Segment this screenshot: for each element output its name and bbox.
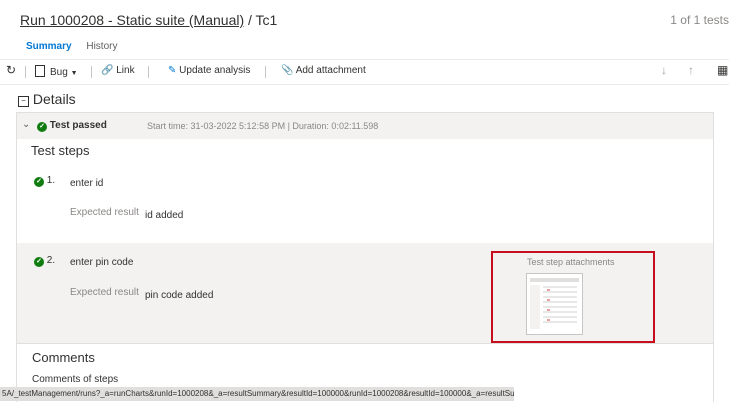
step-action: enter pin code [70,257,134,268]
tab-summary[interactable]: Summary [26,41,72,52]
link-label: Link [116,65,135,76]
grid-icon[interactable]: ▦ [717,63,728,77]
run-link[interactable]: Run 1000208 - Static suite (Manual) [20,12,244,28]
bug-button[interactable]: Bug ▼ [35,65,78,78]
test-step: ✓ 1. enter id Expected result id added [17,168,713,243]
expected-result-value: id added [145,210,184,221]
bug-label: Bug [50,67,68,78]
arrow-down-icon[interactable]: ↓ [661,63,667,77]
step-number: ✓ 1. [34,175,55,187]
tab-history[interactable]: History [86,41,117,52]
status-bar-url: 5A/_testManagement/runs?_a=runCharts&run… [0,387,514,401]
chevron-down-icon: ▼ [70,70,78,77]
tab-bar: Summary History [26,41,129,52]
result-status: ✓ Test passed [37,120,107,132]
thumbnail-preview-icon [530,278,579,329]
test-result-row[interactable]: ⌄ ✓ Test passed Start time: 31-03-2022 5… [17,113,713,139]
details-panel: ⌄ ✓ Test passed Start time: 31-03-2022 5… [16,112,714,402]
header: Run 1000208 - Static suite (Manual) / Tc… [0,0,729,38]
step-number-label: 1. [46,175,56,186]
update-analysis-button[interactable]: ✎ Update analysis [168,65,250,76]
check-circle-icon: ✓ [34,177,44,187]
check-circle-icon: ✓ [34,257,44,267]
test-name: Tc1 [255,12,278,28]
result-meta: Start time: 31-03-2022 5:12:58 PM | Dura… [147,121,379,131]
paperclip-icon: 📎 [281,65,294,76]
result-counter: 1 of 1 tests [670,13,729,27]
add-attachment-button[interactable]: 📎 Add attachment [281,65,366,76]
check-circle-icon: ✓ [37,122,47,132]
result-status-label: Test passed [49,120,107,131]
toolbar-separator [148,66,149,78]
arrow-up-icon[interactable]: ↑ [688,63,694,77]
test-steps-title: Test steps [31,143,90,158]
link-icon: 🔗 [101,65,114,76]
step-number-label: 2. [46,255,56,266]
attachment-thumbnail[interactable] [526,273,583,335]
step-number: ✓ 2. [34,255,55,267]
step-action: enter id [70,178,104,189]
toolbar-separator [25,66,26,78]
link-button[interactable]: 🔗 Link [101,65,135,76]
step-attachments-highlight: Test step attachments [491,251,655,343]
details-header[interactable]: − Details [18,91,76,107]
refresh-icon[interactable]: ↻ [6,63,16,77]
expected-result-value: pin code added [145,290,214,301]
breadcrumb-separator: / [244,12,256,28]
expected-result-label: Expected result [70,287,139,298]
update-analysis-label: Update analysis [179,65,251,76]
add-attachment-label: Add attachment [295,65,366,76]
toolbar-separator [91,66,92,78]
breadcrumb: Run 1000208 - Static suite (Manual) / Tc… [20,12,277,28]
toolbar: ↻ Bug ▼ 🔗 Link ✎ Update analysis 📎 Add a… [0,60,729,84]
comments-title: Comments [32,350,95,365]
attachments-title: Test step attachments [527,257,615,267]
comments-subtitle: Comments of steps [32,374,119,385]
bug-icon [35,65,45,77]
collapse-icon: − [18,96,29,107]
test-step: ✓ 2. enter pin code Expected result pin … [17,243,713,343]
pencil-icon: ✎ [168,65,177,76]
toolbar-divider [0,84,729,85]
expected-result-label: Expected result [70,207,139,218]
chevron-down-icon[interactable]: ⌄ [22,119,30,130]
details-title: Details [32,91,76,107]
toolbar-separator [265,66,266,78]
